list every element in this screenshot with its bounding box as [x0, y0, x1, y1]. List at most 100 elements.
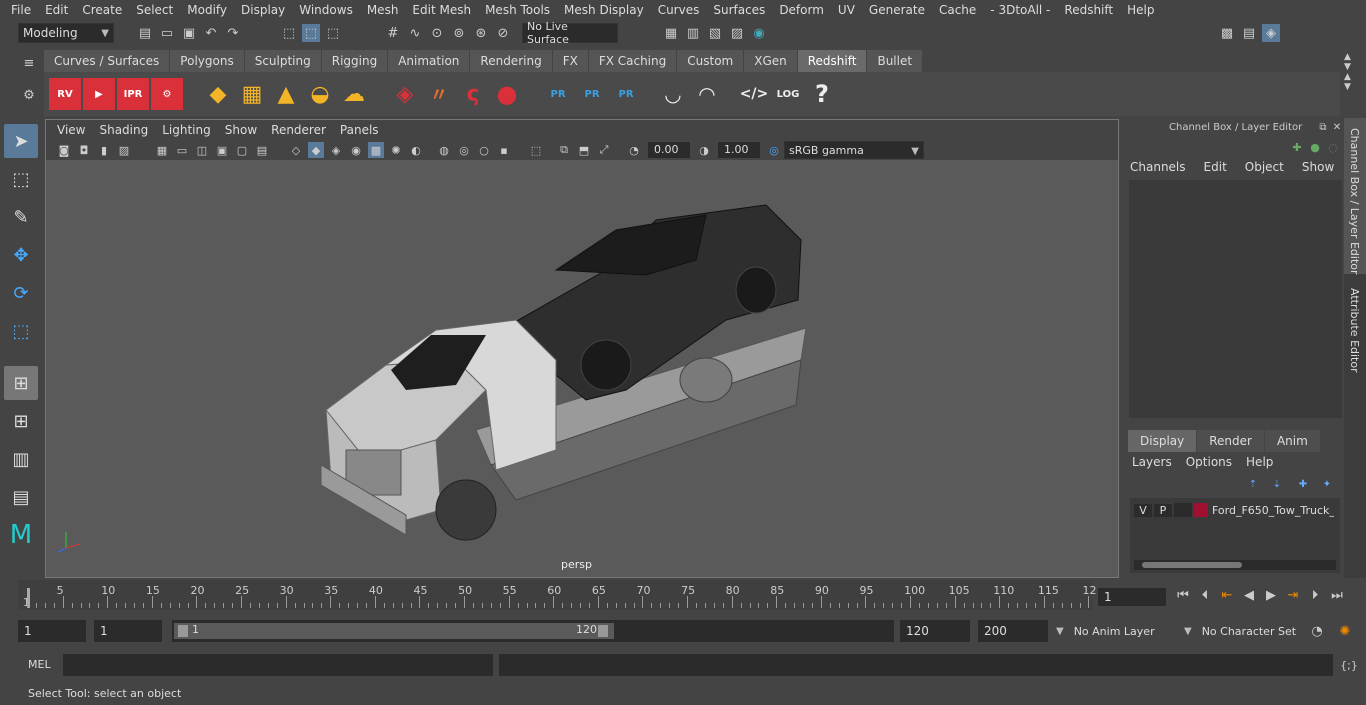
film-gate-icon[interactable]: ▭ — [174, 142, 190, 158]
wireframe-on-shaded-icon[interactable]: ◈ — [328, 142, 344, 158]
save-scene-icon[interactable]: ▣ — [180, 24, 198, 42]
range-start-handle[interactable] — [178, 625, 188, 637]
image-plane-icon[interactable]: ▨ — [116, 142, 132, 158]
bookmark-icon[interactable]: ▮ — [96, 142, 112, 158]
move-layer-up-icon[interactable]: ⇡ — [1244, 475, 1262, 493]
channel-menu-edit[interactable]: Edit — [1204, 160, 1227, 174]
script-editor-button-icon[interactable]: {;} — [1340, 656, 1358, 674]
menu-edit-mesh[interactable]: Edit Mesh — [405, 3, 478, 17]
snap-curve-icon[interactable]: ∿ — [406, 24, 424, 42]
shelf-tab-animation[interactable]: Animation — [388, 50, 470, 72]
viewport-menu-shading[interactable]: Shading — [92, 123, 155, 137]
ipr-icon[interactable]: IPR — [117, 78, 149, 110]
attribute-editor-tab-label[interactable]: Attribute Editor — [1348, 288, 1361, 373]
menu-edit[interactable]: Edit — [38, 3, 75, 17]
start-frame-field[interactable]: 1 — [18, 620, 86, 642]
snap-view-icon[interactable]: ⊛ — [472, 24, 490, 42]
play-backward-icon[interactable]: ◀ — [1240, 586, 1258, 604]
xray-joints-icon[interactable]: ⧉ — [556, 142, 572, 158]
material-bowl-icon[interactable]: ◡ — [657, 78, 689, 110]
shadows-icon[interactable]: ◐ — [408, 142, 424, 158]
end-frame-field[interactable]: 200 — [978, 620, 1048, 642]
menu-generate[interactable]: Generate — [862, 3, 932, 17]
antialias-icon[interactable]: ○ — [476, 142, 492, 158]
range-end-handle[interactable] — [598, 625, 608, 637]
redo-icon[interactable]: ↷ — [224, 24, 242, 42]
layer-scroll-thumb[interactable] — [1142, 562, 1242, 568]
shelf-tab-rendering[interactable]: Rendering — [470, 50, 552, 72]
time-ruler[interactable]: 1510152025303540455055606570758085909510… — [18, 580, 1096, 610]
menu-mesh[interactable]: Mesh — [360, 3, 406, 17]
channel-menu-object[interactable]: Object — [1245, 160, 1284, 174]
go-to-start-icon[interactable]: ⏮ — [1174, 586, 1192, 604]
persp-outliner-icon[interactable]: ▥ — [4, 442, 38, 476]
color-management-icon[interactable]: ◎ — [766, 142, 782, 158]
auto-key-icon[interactable]: ◔ — [1308, 622, 1326, 640]
menu-modify[interactable]: Modify — [180, 3, 234, 17]
shelf-menu-icon[interactable]: ≡ — [20, 54, 38, 72]
layer-menu-layers[interactable]: Layers — [1132, 455, 1172, 469]
menu-select[interactable]: Select — [129, 3, 180, 17]
shelf-tab-fx[interactable]: FX — [552, 50, 588, 72]
menu-file[interactable]: File — [4, 3, 38, 17]
select-hierarchy-icon[interactable]: ⬚ — [280, 24, 298, 42]
safe-action-icon[interactable]: ▤ — [254, 142, 270, 158]
xray-icon[interactable]: ▩ — [368, 142, 384, 158]
scale-tool-icon[interactable]: ⬚ — [4, 314, 38, 348]
textured-icon[interactable]: ◉ — [348, 142, 364, 158]
render-settings-rs-icon[interactable]: ⚙ — [151, 78, 183, 110]
menu-uv[interactable]: UV — [831, 3, 862, 17]
single-pane-icon[interactable]: ⊞ — [4, 366, 38, 400]
play-forward-icon[interactable]: ▶ — [1262, 586, 1280, 604]
layer-visibility-toggle[interactable]: V — [1134, 503, 1152, 517]
ipr-render-icon[interactable]: ▧ — [706, 24, 724, 42]
isolate-select-icon[interactable]: ⬚ — [528, 142, 544, 158]
menu-display[interactable]: Display — [234, 3, 292, 17]
hair-icon[interactable]: ς — [457, 78, 489, 110]
toggle-panel-icon[interactable]: ▤ — [1240, 24, 1258, 42]
snap-point-icon[interactable]: ⊙ — [428, 24, 446, 42]
paint-select-icon[interactable]: ✎ — [4, 200, 38, 234]
select-component-icon[interactable]: ⬚ — [324, 24, 342, 42]
shelf-tab-xgen[interactable]: XGen — [744, 50, 797, 72]
graph-layout-icon[interactable]: ▤ — [4, 480, 38, 514]
select-object-icon[interactable]: ⬚ — [302, 24, 320, 42]
layout-icon[interactable]: ◈ — [1262, 24, 1280, 42]
viewport-menu-show[interactable]: Show — [218, 123, 264, 137]
volume-icon[interactable]: 〃 — [423, 78, 455, 110]
lasso-tool-icon[interactable]: ⬚ — [4, 162, 38, 196]
select-tool-icon[interactable]: ➤ — [4, 124, 38, 158]
snap-projected-icon[interactable]: ⊚ — [450, 24, 468, 42]
pr-icon-3[interactable]: PR — [610, 78, 642, 110]
shelf-settings-icon[interactable]: ⚙ — [20, 86, 38, 104]
step-back-key-icon[interactable]: ⇤ — [1218, 586, 1236, 604]
motion-blur-icon[interactable]: ◎ — [456, 142, 472, 158]
shelf-scroll[interactable]: ▲ ▼ ▲ ▼ — [1344, 52, 1360, 112]
step-forward-key-icon[interactable]: ⇥ — [1284, 586, 1302, 604]
shelf-tab-sculpting[interactable]: Sculpting — [244, 50, 321, 72]
viewport-panel[interactable]: View Shading Lighting Show Renderer Panels ◙ … — [45, 119, 1119, 578]
channel-menu-show[interactable]: Show — [1302, 160, 1334, 174]
mel-input[interactable] — [63, 654, 493, 676]
shelf-tab-redshift[interactable]: Redshift — [797, 50, 867, 72]
menu-cache[interactable]: Cache — [932, 3, 983, 17]
step-forward-frame-icon[interactable]: ⏵ — [1306, 586, 1324, 604]
layer-tab-anim[interactable]: Anim — [1264, 430, 1320, 452]
colorspace-dropdown[interactable]: sRGB gamma ▼ — [784, 141, 924, 159]
wireframe-icon[interactable]: ◇ — [288, 142, 304, 158]
anim-prefs-icon[interactable]: ✺ — [1336, 622, 1354, 640]
menu-deform[interactable]: Deform — [772, 3, 831, 17]
sphere-icon[interactable]: ● — [491, 78, 523, 110]
shelf-tab-bullet[interactable]: Bullet — [867, 50, 923, 72]
script-editor-icon[interactable]: </> — [738, 78, 770, 110]
range-bar[interactable]: 1 120 — [172, 620, 894, 642]
layer-row[interactable]: V P Ford_F650_Tow_Truck_v — [1134, 502, 1338, 518]
layer-menu-options[interactable]: Options — [1186, 455, 1232, 469]
menu-mesh-tools[interactable]: Mesh Tools — [478, 3, 557, 17]
channel-list[interactable] — [1129, 180, 1342, 418]
menu-create[interactable]: Create — [75, 3, 129, 17]
playback-end-field[interactable]: 120 — [900, 620, 970, 642]
four-pane-icon[interactable]: ⊞ — [4, 404, 38, 438]
viewport-menu-renderer[interactable]: Renderer — [264, 123, 333, 137]
mode-dropdown[interactable]: Modeling ▼ — [18, 23, 114, 43]
